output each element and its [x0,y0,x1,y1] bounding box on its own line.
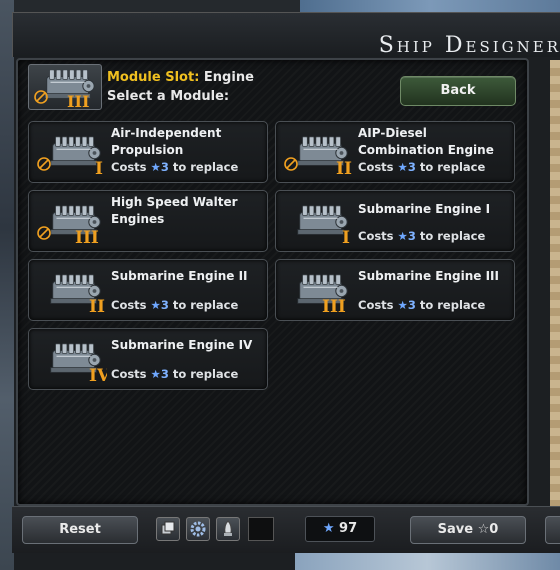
module-cost: Costs ★3 to replace [111,160,238,174]
copy-icon [161,521,175,535]
module-card[interactable]: I Air-Independent Propulsion Costs ★3 to r… [28,121,268,183]
module-slot-label: Module Slot: Engine [107,70,254,85]
engine-icon: III [37,205,101,245]
module-name: Submarine Engine II [111,269,248,283]
module-card[interactable]: II AIP-Diesel Combination Engine Costs ★3 … [275,121,515,183]
warhead-button[interactable] [216,517,240,541]
cost-prefix: Costs [358,298,398,312]
naval-xp-counter: ★ 97 [305,516,375,542]
settings-button[interactable] [186,517,210,541]
module-cost: Costs ★3 to replace [111,298,238,312]
cost-value: 3 [407,298,416,312]
module-cost: Costs ★3 to replace [358,298,485,312]
save-label: Save [437,522,474,537]
cost-value: 3 [160,298,169,312]
cost-suffix: to replace [168,298,239,312]
module-name: Submarine Engine I [358,202,491,216]
cost-prefix: Costs [358,229,398,243]
tier-label: III [75,228,99,245]
star-icon: ★ [397,160,408,174]
engine-icon: I [297,205,350,245]
naval-xp-value: 97 [339,521,358,536]
star-icon: ★ [150,160,161,174]
module-card[interactable]: I Submarine Engine I Costs ★3 to replace [275,190,515,252]
cost-prefix: Costs [111,298,151,312]
tier-label: II [89,297,105,314]
star-icon: ★ [322,521,335,536]
cost-value: 3 [407,160,416,174]
cost-value: 3 [160,367,169,381]
module-cost: Costs ★3 to replace [358,160,485,174]
module-cost: Costs ★3 to replace [111,367,238,381]
cost-prefix: Costs [111,160,151,174]
module-name: Submarine Engine III [358,269,499,283]
module-name: Submarine Engine IV [111,338,253,352]
engine-icon: II [50,274,105,314]
star-icon: ★ [397,298,408,312]
current-tier-label: III [67,92,89,109]
save-cost: 0 [489,522,499,537]
background-left-panel [0,0,14,570]
empty-slot-box[interactable] [248,517,274,541]
select-module-label: Select a Module: [107,89,230,104]
cost-suffix: to replace [168,367,239,381]
module-slot-value: Engine [203,70,254,85]
star-icon: ★ [150,367,161,381]
module-card[interactable]: IV Submarine Engine IV Costs ★3 to replace [28,328,268,390]
current-slot-icon: III [28,64,102,111]
star-icon: ☆ [477,522,490,537]
cost-value: 3 [407,229,416,243]
tier-label: III [322,297,346,314]
background-map-bottom [295,550,560,570]
save-button[interactable]: Save ☆0 [410,516,526,544]
cost-prefix: Costs [111,367,151,381]
window-title: Ship Designer [378,33,560,58]
tier-label: IV [89,366,107,383]
cost-value: 3 [160,160,169,174]
module-cost: Costs ★3 to replace [358,229,485,243]
star-icon: ★ [150,298,161,312]
engine-icon: III [34,69,95,111]
background-right-panel [550,60,560,530]
tier-label: I [342,228,350,245]
copy-design-button[interactable] [156,517,180,541]
engine-icon: IV [50,343,107,383]
cost-prefix: Costs [358,160,398,174]
cost-suffix: to replace [415,160,486,174]
module-slot-prefix: Module Slot: [107,70,200,85]
module-card[interactable]: II Submarine Engine II Costs ★3 to replace [28,259,268,321]
module-name: High Speed Walter Engines [111,195,238,226]
engine-icon: II [284,136,352,176]
tier-label: II [336,159,352,176]
module-name: AIP-Diesel Combination Engine [358,126,494,157]
reset-button[interactable]: Reset [22,516,138,544]
torpedo-icon [224,520,232,536]
cost-suffix: to replace [415,229,486,243]
module-card[interactable]: III Submarine Engine III Costs ★3 to repla… [275,259,515,321]
cost-suffix: to replace [415,298,486,312]
back-button[interactable]: Back [400,76,516,106]
gear-icon [190,521,206,537]
module-card[interactable]: III High Speed Walter Engines [28,190,268,252]
engine-icon: I [37,136,103,176]
engine-icon: III [297,274,348,314]
next-button-stub[interactable] [545,516,560,544]
module-name: Air-Independent Propulsion [111,126,222,157]
cost-suffix: to replace [168,160,239,174]
star-icon: ★ [397,229,408,243]
window-title-bar: Ship Designer [12,12,560,58]
tier-label: I [95,159,103,176]
